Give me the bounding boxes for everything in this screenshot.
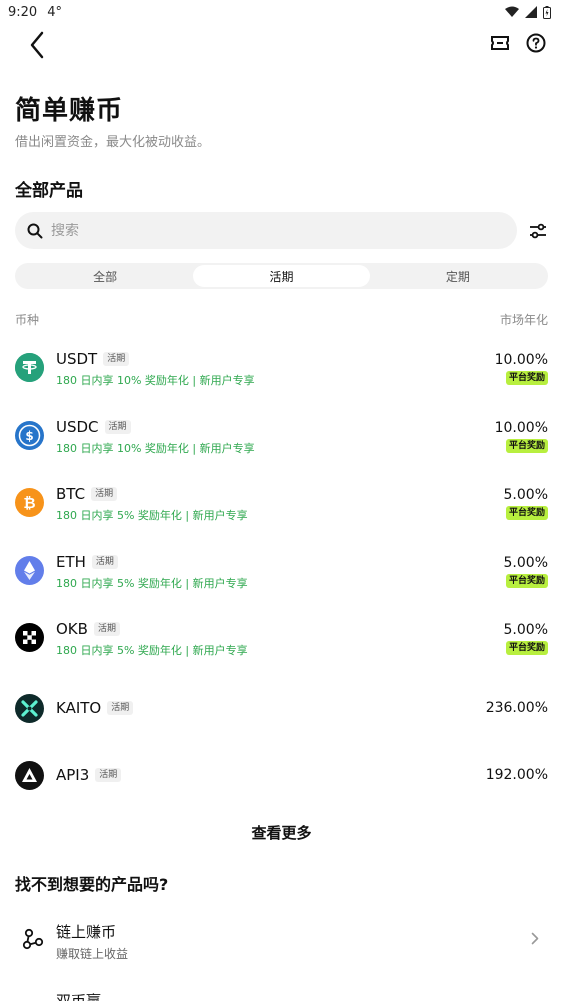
tab-fixed[interactable]: 定期: [370, 265, 546, 287]
page-subtitle: 借出闲置资金，最大化被动收益。: [15, 135, 211, 150]
okb-icon: [15, 623, 44, 652]
onchain-title: 链上赚币: [56, 923, 117, 941]
api3-icon: [15, 761, 44, 790]
coin-row-okb[interactable]: OKB 活期 180 日内享 5% 奖励年化 | 新用户专享 5.00% 平台奖…: [0, 604, 563, 672]
back-button[interactable]: [22, 28, 52, 62]
coin-list: USDT 活期 180 日内享 10% 奖励年化 | 新用户专享 10.00% …: [0, 334, 563, 807]
status-temp: 4°: [47, 4, 62, 20]
svg-text:$: $: [25, 429, 33, 443]
coin-symbol: USDC: [56, 417, 99, 436]
section-title: 全部产品: [15, 181, 83, 201]
status-bar: 9:20 4°: [0, 0, 563, 24]
coin-promo: 180 日内享 5% 奖励年化 | 新用户专享: [56, 576, 248, 590]
coin-apy: 5.00%: [503, 554, 548, 571]
flexible-badge: 活期: [95, 768, 122, 782]
battery-icon: [543, 5, 551, 19]
reward-badge: 平台奖励: [505, 641, 548, 655]
tab-flexible[interactable]: 活期: [193, 265, 370, 287]
usdc-icon: $: [15, 420, 44, 450]
flexible-badge: 活期: [107, 700, 134, 715]
coin-symbol: OKB: [56, 620, 88, 638]
nav-bar: [0, 24, 563, 64]
tab-all[interactable]: 全部: [17, 265, 193, 287]
coin-apy: 5.00%: [503, 622, 548, 638]
status-time: 9:20: [8, 4, 38, 20]
coin-symbol: BTC: [56, 485, 86, 503]
coin-promo: 180 日内享 10% 奖励年化 | 新用户专享: [56, 374, 255, 387]
filter-button[interactable]: [526, 219, 550, 243]
cant-find-heading: 找不到想要的产品吗?: [15, 875, 169, 894]
ticket-button[interactable]: [489, 32, 511, 54]
nodes-icon: [22, 928, 44, 950]
onchain-subtitle: 赚取链上收益: [56, 947, 129, 961]
coin-symbol: KAITO: [56, 698, 102, 717]
coin-apy: 5.00%: [503, 487, 548, 503]
reward-badge: 平台奖励: [505, 371, 548, 385]
reward-badge: 平台奖励: [505, 573, 548, 588]
flexible-badge: 活期: [104, 419, 131, 434]
coin-symbol: ETH: [56, 552, 86, 571]
svg-text:₿: ₿: [23, 494, 35, 512]
coin-symbol: USDT: [56, 350, 98, 368]
kaito-icon: [15, 693, 44, 723]
filter-icon: [530, 223, 546, 239]
chevron-right-icon: [531, 930, 539, 949]
list-header: 币种 市场年化: [15, 311, 548, 328]
eth-icon: [15, 555, 44, 585]
search-bar[interactable]: [15, 212, 517, 249]
coin-apy: 192.00%: [485, 767, 548, 783]
help-icon: [526, 33, 546, 53]
reward-badge: 平台奖励: [505, 438, 548, 453]
coin-promo: 180 日内享 5% 奖励年化 | 新用户专享: [56, 644, 248, 657]
help-button[interactable]: [525, 32, 547, 54]
flexible-badge: 活期: [93, 622, 120, 636]
chevron-left-icon: [30, 31, 44, 59]
btc-icon: ₿: [15, 488, 44, 517]
reward-badge: 平台奖励: [505, 506, 548, 520]
coin-row-api3[interactable]: API3 活期 192.00%: [0, 739, 563, 807]
coin-apy: 10.00%: [494, 352, 548, 368]
page-title: 简单赚币: [15, 96, 124, 126]
coin-symbol: API3: [56, 766, 90, 784]
onchain-earn-row[interactable]: 链上赚币 赚取链上收益: [0, 912, 563, 968]
ticket-icon: [491, 36, 509, 50]
coin-row-btc[interactable]: ₿ BTC 活期 180 日内享 5% 奖励年化 | 新用户专享 5.00% 平…: [0, 469, 563, 537]
flexible-badge: 活期: [91, 554, 118, 569]
coin-apy: 10.00%: [494, 419, 548, 436]
flexible-badge: 活期: [103, 352, 130, 366]
wifi-icon: [505, 6, 519, 17]
column-apy: 市场年化: [499, 313, 548, 327]
coin-apy: 236.00%: [485, 699, 548, 716]
search-input[interactable]: [51, 222, 491, 239]
signal-icon: [525, 6, 537, 18]
search-icon: [27, 223, 43, 238]
coin-row-usdc[interactable]: $ USDC 活期 180 日内享 10% 奖励年化 | 新用户专享 10.00…: [0, 402, 563, 470]
view-more-button[interactable]: 查看更多: [0, 822, 563, 843]
coin-promo: 180 日内享 5% 奖励年化 | 新用户专享: [56, 509, 248, 522]
coin-row-eth[interactable]: ETH 活期 180 日内享 5% 奖励年化 | 新用户专享 5.00% 平台奖…: [0, 537, 563, 605]
column-coin: 币种: [15, 313, 40, 327]
coin-row-usdt[interactable]: USDT 活期 180 日内享 10% 奖励年化 | 新用户专享 10.00% …: [0, 334, 563, 402]
flexible-badge: 活期: [91, 487, 118, 501]
coin-row-kaito[interactable]: KAITO 活期 236.00%: [0, 672, 563, 740]
usdt-icon: [15, 353, 44, 382]
coin-promo: 180 日内享 10% 奖励年化 | 新用户专享: [56, 441, 255, 455]
dual-investment-row-label[interactable]: 双币赢: [56, 990, 101, 1001]
product-tabs: 全部 活期 定期: [15, 263, 548, 289]
